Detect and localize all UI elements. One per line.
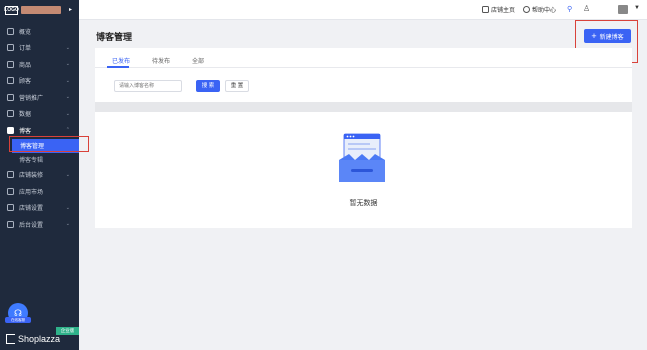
brand-logo: Shoplazza [6,334,60,344]
sidebar-item-orders[interactable]: 订单 ⌄ [0,40,79,57]
brand-mark-icon [6,334,15,344]
page-title: 博客管理 [96,32,133,42]
brand-name: Shoplazza [18,334,61,344]
sidebar-header: LOGO ▸ [0,0,79,20]
chevron-down-icon: ⌄ [65,204,70,211]
sidebar-item-marketing[interactable]: 营销推广 ⌄ [0,89,79,106]
filter-icon[interactable]: ⚲ [567,5,572,13]
product-icon [7,60,14,68]
table-header [95,102,632,112]
marketing-icon [7,93,14,101]
annotation-highlight-submenu [9,136,89,152]
content-card: 已发布 待发布 全部 搜 索 重 置 暂无数据 [95,48,632,228]
sidebar-item-data[interactable]: 数据 ⌄ [0,106,79,123]
user-icon[interactable]: ♙ [583,4,590,13]
sidebar-item-products[interactable]: 商品 ⌄ [0,56,79,73]
apps-icon [7,187,14,195]
store-name[interactable] [21,6,61,14]
help-center-link[interactable]: 帮助中心 [523,5,556,14]
sidebar-subitem-blog-albums[interactable]: 博客专辑 [0,153,79,167]
chevron-down-icon: ⌄ [65,61,70,68]
sidebar-item-theme[interactable]: 店铺装修 ⌄ [0,167,79,184]
tab-published[interactable]: 已发布 [112,56,130,65]
store-settings-icon [7,204,14,212]
home-icon [7,27,14,35]
store-switch-icon[interactable]: ▸ [69,6,72,13]
chevron-down-icon: ⌄ [65,171,70,178]
sidebar-menu: 概览 订单 ⌄ 商品 ⌄ 顾客 ⌄ 营销推广 ⌄ 数据 ⌄ 博客 ⌃ 博客管理 … [0,23,79,233]
store-home-link[interactable]: 店铺主页 [482,5,515,14]
caret-down-icon[interactable]: ▼ [634,5,640,11]
chevron-down-icon: ⌄ [65,77,70,84]
chevron-down-icon: ⌄ [65,44,70,51]
reset-button[interactable]: 重 置 [225,80,249,92]
empty-state-text: 暂无数据 [349,200,378,207]
topbar: 店铺主页 帮助中心 ⚲ ♙ ▼ [79,0,647,20]
sidebar: LOGO ▸ 概览 订单 ⌄ 商品 ⌄ 顾客 ⌄ 营销推广 ⌄ 数据 ⌄ 博客 … [0,0,79,350]
sidebar-item-apps[interactable]: 应用市场 [0,183,79,200]
chevron-down-icon: ⌄ [65,94,70,101]
online-support-label[interactable]: 在线客服 [5,317,31,323]
tab-pending[interactable]: 待发布 [152,56,170,65]
order-icon [7,44,14,52]
sidebar-item-overview[interactable]: 概览 [0,23,79,40]
chevron-down-icon: ⌄ [65,221,70,228]
home-icon [482,6,489,13]
chevron-up-icon: ⌃ [65,127,70,134]
search-button[interactable]: 搜 索 [196,80,220,92]
theme-icon [7,171,14,179]
sidebar-item-customers[interactable]: 顾客 ⌄ [0,73,79,90]
avatar[interactable] [618,5,628,14]
store-logo: LOGO [4,5,19,15]
tab-all[interactable]: 全部 [192,56,204,65]
help-icon [523,6,530,13]
admin-settings-icon [7,220,14,228]
customer-icon [7,77,14,85]
sidebar-item-store-settings[interactable]: 店铺设置 ⌄ [0,200,79,217]
blog-icon [7,126,14,134]
sidebar-item-admin-settings[interactable]: 后台设置 ⌄ [0,216,79,233]
chevron-down-icon: ⌄ [65,110,70,117]
search-input[interactable] [114,80,182,92]
status-tabs: 已发布 待发布 全部 [95,48,632,68]
active-tab-indicator [107,66,129,68]
empty-box-icon [339,133,385,182]
data-icon [7,110,14,118]
